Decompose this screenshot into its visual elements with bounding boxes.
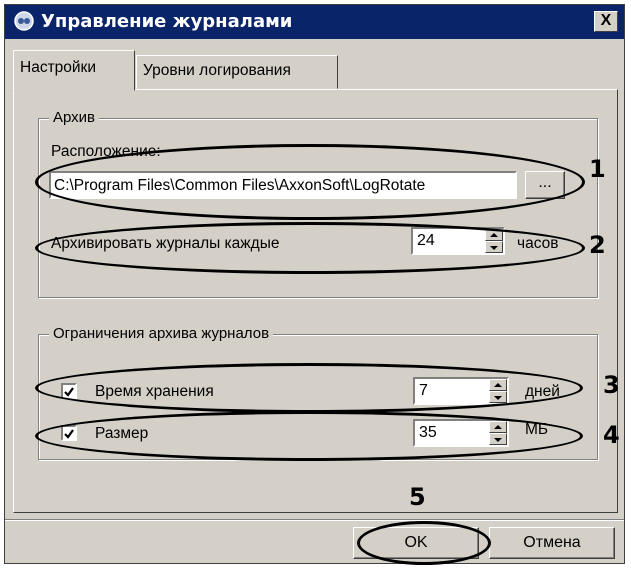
archive-group: Архив Расположение: C:\Program Files\Com…	[38, 109, 598, 298]
limits-group: Ограничения архива журналов Время хранен…	[38, 325, 598, 460]
interval-value: 24	[417, 232, 435, 249]
archive-group-label: Архив	[49, 109, 100, 126]
size-up-button[interactable]	[489, 421, 507, 433]
tab-log-levels[interactable]: Уровни логирования	[136, 55, 338, 89]
close-button[interactable]: X	[594, 11, 618, 32]
ok-button[interactable]: OK	[353, 527, 479, 559]
interval-up-button[interactable]	[485, 229, 503, 241]
interval-down-button[interactable]	[485, 241, 503, 253]
callout-number-3: 3	[603, 371, 620, 399]
interval-spinner[interactable]: 24	[411, 227, 505, 255]
size-value: 35	[419, 424, 437, 441]
tab-panel: Архив Расположение: C:\Program Files\Com…	[13, 89, 618, 513]
callout-number-2: 2	[589, 231, 606, 259]
window-title: Управление журналами	[41, 11, 293, 32]
retention-down-button[interactable]	[489, 391, 507, 403]
interval-label: Архивировать журналы каждые	[51, 235, 280, 252]
checkmark-icon	[64, 429, 74, 439]
footer-separator	[5, 519, 624, 521]
dialog-window: Управление журналами X Настройки Уровни …	[4, 4, 625, 565]
cancel-button[interactable]: Отмена	[489, 527, 615, 559]
size-label: Размер	[95, 425, 149, 442]
retention-label: Время хранения	[95, 383, 214, 400]
retention-unit: дней	[525, 383, 560, 400]
retention-up-button[interactable]	[489, 379, 507, 391]
browse-button[interactable]: ...	[525, 171, 565, 199]
callout-number-5: 5	[409, 483, 426, 511]
size-unit: МБ	[525, 421, 549, 438]
callout-number-1: 1	[589, 155, 606, 183]
location-label: Расположение:	[51, 143, 161, 160]
size-checkbox[interactable]	[61, 425, 77, 441]
title-bar[interactable]: Управление журналами X	[5, 5, 624, 39]
limits-group-label: Ограничения архива журналов	[49, 325, 274, 342]
size-down-button[interactable]	[489, 433, 507, 445]
retention-checkbox[interactable]	[61, 383, 77, 399]
size-spinner[interactable]: 35	[413, 419, 509, 447]
retention-spinner[interactable]: 7	[413, 377, 509, 405]
callout-number-4: 4	[603, 421, 620, 449]
interval-unit: часов	[517, 235, 559, 252]
checkmark-icon	[64, 387, 74, 397]
app-icon	[14, 11, 34, 31]
retention-value: 7	[419, 382, 428, 399]
location-input[interactable]: C:\Program Files\Common Files\AxxonSoft\…	[49, 171, 517, 199]
tab-settings[interactable]: Настройки	[13, 50, 135, 91]
